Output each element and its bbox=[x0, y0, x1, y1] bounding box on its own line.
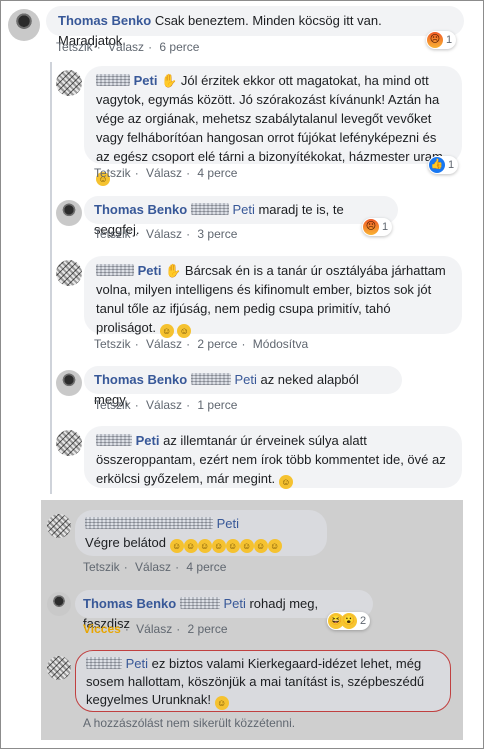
commenter-name[interactable]: Peti bbox=[138, 263, 162, 278]
reply-link[interactable]: Válasz bbox=[108, 40, 144, 54]
avatar[interactable] bbox=[8, 9, 40, 41]
wave-icon: ✋ bbox=[161, 73, 178, 88]
like-link[interactable]: Tetszik bbox=[56, 40, 93, 54]
mention-link[interactable]: Peti bbox=[126, 656, 148, 671]
avatar[interactable] bbox=[56, 70, 82, 96]
timestamp[interactable]: 4 perce bbox=[186, 560, 226, 574]
reply-link[interactable]: Válasz bbox=[146, 227, 182, 241]
comment-actions: Tetszik · Válasz · 6 perce bbox=[56, 40, 200, 54]
mention-link[interactable]: Peti bbox=[234, 372, 256, 387]
blurred-name bbox=[190, 203, 229, 215]
timestamp[interactable]: 2 perce bbox=[188, 622, 228, 636]
comment-bubble: Peti ✋ Bárcsak én is a tanár úr osztályá… bbox=[84, 256, 462, 338]
reply-link[interactable]: Válasz bbox=[135, 560, 171, 574]
reaction-summary[interactable]: 😆 😮 2 bbox=[327, 612, 371, 630]
timestamp[interactable]: 4 perce bbox=[197, 166, 237, 180]
blurred-name bbox=[86, 657, 122, 669]
thread-line bbox=[50, 62, 52, 494]
blurred-name bbox=[179, 597, 220, 609]
edited-label[interactable]: Módosítva bbox=[253, 337, 308, 351]
wave-icon: ✋ bbox=[165, 263, 182, 278]
comment-bubble: Peti ✋ Jól érzitek ekkor ott magatokat, … bbox=[84, 66, 462, 186]
laughing-emoji-row: ☺ ☺ ☺ ☺ ☺ ☺ ☺ ☺ bbox=[169, 535, 282, 553]
comment-bubble: Thomas Benko Peti maradj te is, te seggf… bbox=[84, 196, 398, 237]
avatar[interactable] bbox=[56, 200, 82, 226]
wow-reaction-icon: 😮 bbox=[341, 613, 357, 629]
blurred-name bbox=[190, 373, 231, 385]
mention-link[interactable]: Peti bbox=[223, 596, 245, 611]
comment-actions: Tetszik · Válasz · 3 perce bbox=[94, 227, 238, 241]
second-screenshot: Peti Végre belátod ☺ ☺ ☺ ☺ ☺ ☺ ☺ ☺ Tetszik · Vál… bbox=[41, 500, 463, 740]
comment-bubble: Peti ez biztos valami Kierkegaard-idézet… bbox=[75, 650, 451, 712]
avatar[interactable] bbox=[47, 656, 71, 680]
comment-bubble: Peti Végre belátod ☺ ☺ ☺ ☺ ☺ ☺ ☺ ☺ bbox=[75, 510, 327, 556]
grin-emoji-icon: ☺ bbox=[214, 696, 229, 710]
reaction-summary[interactable]: ☹ 1 bbox=[426, 31, 457, 49]
like-link[interactable]: Tetszik bbox=[94, 337, 131, 351]
avatar[interactable] bbox=[56, 370, 82, 396]
comment-bubble: Thomas Benko Peti az neked alapból megy, bbox=[84, 366, 402, 407]
blurred-name bbox=[96, 74, 130, 86]
reply-link[interactable]: Válasz bbox=[136, 622, 172, 636]
smile-emoji-icon: ☺ bbox=[159, 324, 174, 338]
like-link[interactable]: Tetszik bbox=[94, 398, 131, 412]
commenter-name[interactable]: Thomas Benko bbox=[94, 202, 187, 217]
comment-actions: Tetszik · Válasz · 4 perce bbox=[94, 166, 238, 180]
reply-link[interactable]: Válasz bbox=[146, 166, 182, 180]
comment-text: Végre belátod bbox=[85, 535, 166, 550]
comment-bubble: Thomas Benko Csak beneztem. Minden köcsö… bbox=[46, 6, 464, 48]
like-link[interactable]: Tetszik bbox=[83, 560, 120, 574]
commenter-name[interactable]: Peti bbox=[134, 73, 158, 88]
like-link[interactable]: Tetszik bbox=[94, 227, 131, 241]
comment-bubble: Peti az illemtanár úr érveinek súlya ala… bbox=[84, 426, 462, 489]
reaction-link[interactable]: Vicces bbox=[83, 622, 121, 636]
reaction-summary[interactable]: ☹ 1 bbox=[362, 218, 393, 236]
like-link[interactable]: Tetszik bbox=[94, 166, 131, 180]
blurred-name bbox=[96, 264, 134, 276]
smile-emoji-icon: ☺ bbox=[278, 475, 293, 489]
angry-reaction-icon: ☹ bbox=[363, 219, 379, 235]
mention-link[interactable]: Peti bbox=[217, 516, 239, 531]
timestamp[interactable]: 3 perce bbox=[197, 227, 237, 241]
mention-link[interactable]: Peti bbox=[232, 202, 254, 217]
like-reaction-icon: 👍 bbox=[429, 157, 445, 173]
blurred-name bbox=[96, 434, 132, 446]
avatar[interactable] bbox=[56, 430, 82, 456]
avatar[interactable] bbox=[47, 514, 71, 538]
timestamp[interactable]: 6 perce bbox=[159, 40, 199, 54]
avatar[interactable] bbox=[56, 260, 82, 286]
commenter-name[interactable]: Peti bbox=[136, 433, 160, 448]
timestamp[interactable]: 2 perce bbox=[197, 337, 237, 351]
angry-reaction-icon: ☹ bbox=[427, 32, 443, 48]
comment-bubble: Thomas Benko Peti rohadj meg, faszdisz bbox=[75, 590, 373, 631]
comment-actions: Vicces · Válasz · 2 perce bbox=[83, 622, 228, 636]
post-error-message: A hozzászólást nem sikerült közzétenni. bbox=[83, 716, 296, 730]
commenter-name[interactable]: Thomas Benko bbox=[83, 596, 176, 611]
timestamp[interactable]: 1 perce bbox=[197, 398, 237, 412]
commenter-name[interactable]: Thomas Benko bbox=[58, 13, 151, 28]
reply-link[interactable]: Válasz bbox=[146, 398, 182, 412]
avatar[interactable] bbox=[47, 592, 71, 616]
reply-link[interactable]: Válasz bbox=[146, 337, 182, 351]
blurred-name bbox=[85, 517, 213, 529]
reaction-summary[interactable]: 👍 1 bbox=[428, 156, 459, 174]
comment-actions: Tetszik · Válasz · 1 perce bbox=[94, 398, 238, 412]
comment-actions: Tetszik · Válasz · 2 perce · Módosítva bbox=[94, 337, 309, 351]
commenter-name[interactable]: Thomas Benko bbox=[94, 372, 187, 387]
comment-actions: Tetszik · Válasz · 4 perce bbox=[83, 560, 227, 574]
